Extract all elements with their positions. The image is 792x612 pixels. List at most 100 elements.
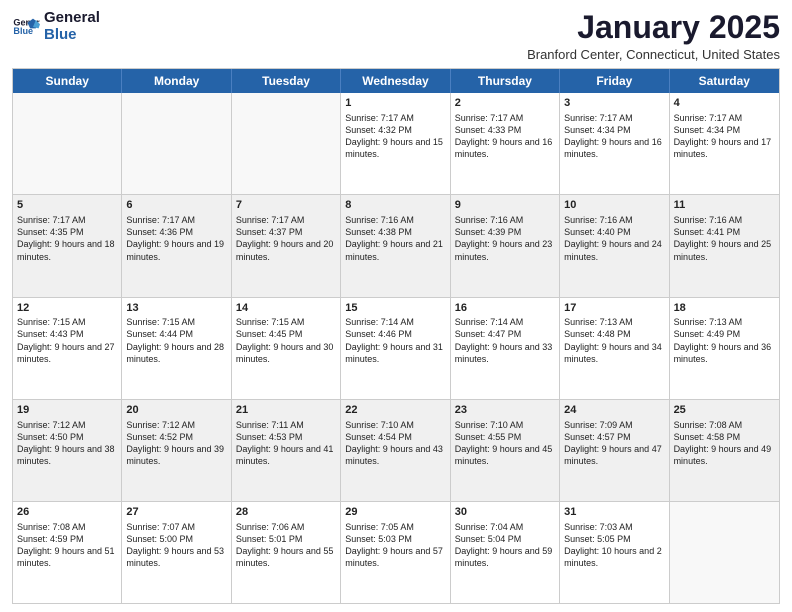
calendar-cell: 12Sunrise: 7:15 AM Sunset: 4:43 PM Dayli… — [13, 298, 122, 399]
cell-info: Sunrise: 7:06 AM Sunset: 5:01 PM Dayligh… — [236, 521, 336, 570]
cell-info: Sunrise: 7:07 AM Sunset: 5:00 PM Dayligh… — [126, 521, 226, 570]
cell-info: Sunrise: 7:16 AM Sunset: 4:39 PM Dayligh… — [455, 214, 555, 263]
day-number: 28 — [236, 505, 336, 520]
title-block: January 2025 Branford Center, Connecticu… — [527, 10, 780, 62]
cell-info: Sunrise: 7:14 AM Sunset: 4:46 PM Dayligh… — [345, 316, 445, 365]
day-number: 7 — [236, 198, 336, 213]
calendar-cell: 24Sunrise: 7:09 AM Sunset: 4:57 PM Dayli… — [560, 400, 669, 501]
cell-info: Sunrise: 7:16 AM Sunset: 4:41 PM Dayligh… — [674, 214, 775, 263]
day-number: 26 — [17, 505, 117, 520]
day-number: 2 — [455, 96, 555, 111]
calendar-header: SundayMondayTuesdayWednesdayThursdayFrid… — [13, 69, 779, 93]
cell-info: Sunrise: 7:10 AM Sunset: 4:54 PM Dayligh… — [345, 419, 445, 468]
calendar-cell: 8Sunrise: 7:16 AM Sunset: 4:38 PM Daylig… — [341, 195, 450, 296]
cell-info: Sunrise: 7:17 AM Sunset: 4:33 PM Dayligh… — [455, 112, 555, 161]
calendar-cell: 18Sunrise: 7:13 AM Sunset: 4:49 PM Dayli… — [670, 298, 779, 399]
calendar-cell: 16Sunrise: 7:14 AM Sunset: 4:47 PM Dayli… — [451, 298, 560, 399]
day-number: 5 — [17, 198, 117, 213]
day-number: 30 — [455, 505, 555, 520]
calendar-cell: 11Sunrise: 7:16 AM Sunset: 4:41 PM Dayli… — [670, 195, 779, 296]
calendar: SundayMondayTuesdayWednesdayThursdayFrid… — [12, 68, 780, 604]
day-header-thursday: Thursday — [451, 69, 560, 93]
cell-info: Sunrise: 7:17 AM Sunset: 4:37 PM Dayligh… — [236, 214, 336, 263]
day-header-saturday: Saturday — [670, 69, 779, 93]
cell-info: Sunrise: 7:15 AM Sunset: 4:44 PM Dayligh… — [126, 316, 226, 365]
cell-info: Sunrise: 7:15 AM Sunset: 4:43 PM Dayligh… — [17, 316, 117, 365]
day-number: 19 — [17, 403, 117, 418]
day-number: 25 — [674, 403, 775, 418]
day-header-sunday: Sunday — [13, 69, 122, 93]
logo-general: General — [44, 10, 100, 27]
calendar-cell: 9Sunrise: 7:16 AM Sunset: 4:39 PM Daylig… — [451, 195, 560, 296]
day-number: 13 — [126, 301, 226, 316]
calendar-cell: 22Sunrise: 7:10 AM Sunset: 4:54 PM Dayli… — [341, 400, 450, 501]
calendar-cell: 25Sunrise: 7:08 AM Sunset: 4:58 PM Dayli… — [670, 400, 779, 501]
location-title: Branford Center, Connecticut, United Sta… — [527, 47, 780, 62]
cell-info: Sunrise: 7:14 AM Sunset: 4:47 PM Dayligh… — [455, 316, 555, 365]
day-number: 15 — [345, 301, 445, 316]
cell-info: Sunrise: 7:15 AM Sunset: 4:45 PM Dayligh… — [236, 316, 336, 365]
calendar-cell: 14Sunrise: 7:15 AM Sunset: 4:45 PM Dayli… — [232, 298, 341, 399]
calendar-cell: 27Sunrise: 7:07 AM Sunset: 5:00 PM Dayli… — [122, 502, 231, 603]
calendar-cell — [232, 93, 341, 194]
cell-info: Sunrise: 7:13 AM Sunset: 4:49 PM Dayligh… — [674, 316, 775, 365]
day-number: 24 — [564, 403, 664, 418]
day-number: 20 — [126, 403, 226, 418]
day-header-monday: Monday — [122, 69, 231, 93]
calendar-cell: 23Sunrise: 7:10 AM Sunset: 4:55 PM Dayli… — [451, 400, 560, 501]
day-number: 22 — [345, 403, 445, 418]
cell-info: Sunrise: 7:08 AM Sunset: 4:59 PM Dayligh… — [17, 521, 117, 570]
calendar-cell — [13, 93, 122, 194]
day-number: 3 — [564, 96, 664, 111]
page: General Blue General Blue January 2025 B… — [0, 0, 792, 612]
calendar-cell: 19Sunrise: 7:12 AM Sunset: 4:50 PM Dayli… — [13, 400, 122, 501]
calendar-body: 1Sunrise: 7:17 AM Sunset: 4:32 PM Daylig… — [13, 93, 779, 603]
calendar-cell: 31Sunrise: 7:03 AM Sunset: 5:05 PM Dayli… — [560, 502, 669, 603]
day-header-friday: Friday — [560, 69, 669, 93]
day-number: 8 — [345, 198, 445, 213]
day-number: 16 — [455, 301, 555, 316]
logo-blue: Blue — [44, 27, 100, 44]
day-number: 14 — [236, 301, 336, 316]
day-number: 23 — [455, 403, 555, 418]
logo: General Blue General Blue — [12, 10, 100, 43]
cell-info: Sunrise: 7:04 AM Sunset: 5:04 PM Dayligh… — [455, 521, 555, 570]
cell-info: Sunrise: 7:09 AM Sunset: 4:57 PM Dayligh… — [564, 419, 664, 468]
calendar-cell: 21Sunrise: 7:11 AM Sunset: 4:53 PM Dayli… — [232, 400, 341, 501]
day-number: 10 — [564, 198, 664, 213]
calendar-cell: 7Sunrise: 7:17 AM Sunset: 4:37 PM Daylig… — [232, 195, 341, 296]
day-header-tuesday: Tuesday — [232, 69, 341, 93]
calendar-row: 5Sunrise: 7:17 AM Sunset: 4:35 PM Daylig… — [13, 194, 779, 296]
cell-info: Sunrise: 7:03 AM Sunset: 5:05 PM Dayligh… — [564, 521, 664, 570]
cell-info: Sunrise: 7:13 AM Sunset: 4:48 PM Dayligh… — [564, 316, 664, 365]
cell-info: Sunrise: 7:12 AM Sunset: 4:52 PM Dayligh… — [126, 419, 226, 468]
day-number: 27 — [126, 505, 226, 520]
cell-info: Sunrise: 7:17 AM Sunset: 4:36 PM Dayligh… — [126, 214, 226, 263]
calendar-cell: 30Sunrise: 7:04 AM Sunset: 5:04 PM Dayli… — [451, 502, 560, 603]
day-number: 4 — [674, 96, 775, 111]
logo-icon: General Blue — [12, 13, 40, 41]
calendar-cell: 20Sunrise: 7:12 AM Sunset: 4:52 PM Dayli… — [122, 400, 231, 501]
calendar-cell: 13Sunrise: 7:15 AM Sunset: 4:44 PM Dayli… — [122, 298, 231, 399]
calendar-row: 1Sunrise: 7:17 AM Sunset: 4:32 PM Daylig… — [13, 93, 779, 194]
day-number: 29 — [345, 505, 445, 520]
cell-info: Sunrise: 7:17 AM Sunset: 4:35 PM Dayligh… — [17, 214, 117, 263]
day-number: 9 — [455, 198, 555, 213]
cell-info: Sunrise: 7:08 AM Sunset: 4:58 PM Dayligh… — [674, 419, 775, 468]
calendar-cell: 3Sunrise: 7:17 AM Sunset: 4:34 PM Daylig… — [560, 93, 669, 194]
calendar-row: 26Sunrise: 7:08 AM Sunset: 4:59 PM Dayli… — [13, 501, 779, 603]
day-number: 31 — [564, 505, 664, 520]
calendar-cell: 2Sunrise: 7:17 AM Sunset: 4:33 PM Daylig… — [451, 93, 560, 194]
month-title: January 2025 — [527, 10, 780, 45]
calendar-cell: 26Sunrise: 7:08 AM Sunset: 4:59 PM Dayli… — [13, 502, 122, 603]
cell-info: Sunrise: 7:16 AM Sunset: 4:40 PM Dayligh… — [564, 214, 664, 263]
calendar-cell — [122, 93, 231, 194]
calendar-cell: 5Sunrise: 7:17 AM Sunset: 4:35 PM Daylig… — [13, 195, 122, 296]
calendar-row: 12Sunrise: 7:15 AM Sunset: 4:43 PM Dayli… — [13, 297, 779, 399]
day-number: 12 — [17, 301, 117, 316]
cell-info: Sunrise: 7:17 AM Sunset: 4:32 PM Dayligh… — [345, 112, 445, 161]
cell-info: Sunrise: 7:05 AM Sunset: 5:03 PM Dayligh… — [345, 521, 445, 570]
calendar-cell: 28Sunrise: 7:06 AM Sunset: 5:01 PM Dayli… — [232, 502, 341, 603]
calendar-cell: 15Sunrise: 7:14 AM Sunset: 4:46 PM Dayli… — [341, 298, 450, 399]
day-header-wednesday: Wednesday — [341, 69, 450, 93]
